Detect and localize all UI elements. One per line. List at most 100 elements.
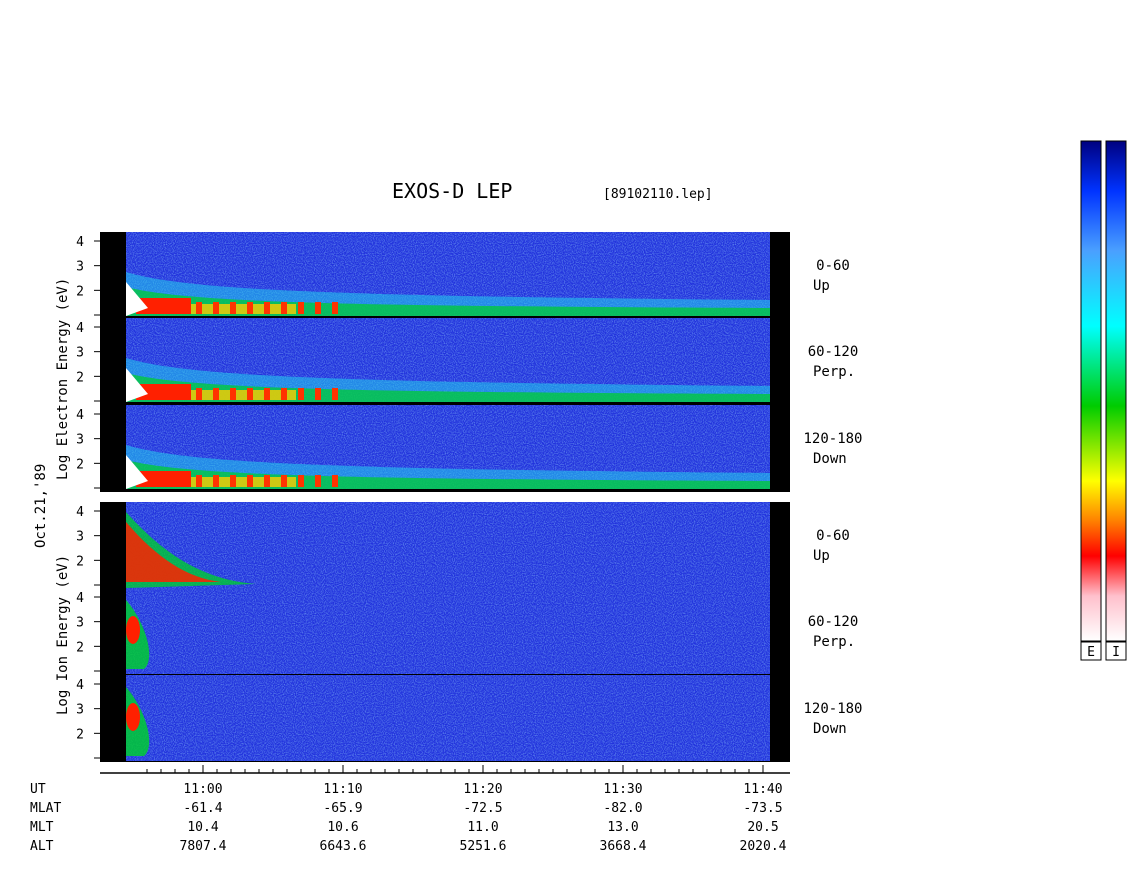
electron-red-blob xyxy=(298,475,304,487)
electron-red-blob xyxy=(332,475,338,487)
electron-red-blob xyxy=(332,388,338,400)
group-gap xyxy=(100,492,790,501)
electron-red-blob xyxy=(264,475,270,487)
y-tick-label: 3 xyxy=(76,260,84,275)
y-tick-label: 4 xyxy=(76,235,84,250)
panel-direction-label: Perp. xyxy=(813,364,855,380)
colorbar-label: I xyxy=(1112,645,1120,660)
footer-value: 10.6 xyxy=(327,820,358,835)
footer-value: -72.5 xyxy=(463,801,502,816)
colorbar-i xyxy=(1106,141,1126,641)
date-label: Oct.21,'89 xyxy=(33,464,49,548)
panel-noise xyxy=(126,675,770,761)
y-tick-label: 3 xyxy=(76,703,84,718)
y-tick-label: 4 xyxy=(76,505,84,520)
electron-red-blob xyxy=(315,302,321,314)
panel-separator xyxy=(126,402,770,404)
electron-red-blob xyxy=(281,475,287,487)
panel-angle-label: 60-120 xyxy=(808,344,859,360)
panel-angle-label: 0-60 xyxy=(816,528,850,544)
colorbar-e xyxy=(1081,141,1101,641)
y-tick-label: 3 xyxy=(76,530,84,545)
footer-value: 11:10 xyxy=(323,782,362,797)
y-tick-label: 4 xyxy=(76,678,84,693)
footer-row-label: UT xyxy=(30,782,46,797)
panel-ion-down xyxy=(100,675,790,762)
y-tick-label: 2 xyxy=(76,554,84,569)
footer-row-label: ALT xyxy=(30,839,54,854)
y-tick-label: 2 xyxy=(76,727,84,742)
ephemeris-table: UT 11:00 11:10 11:20 11:30 11:40 MLAT -61.4 -65.… xyxy=(30,782,787,854)
footer-value: -82.0 xyxy=(603,801,642,816)
panel-angle-label: 120-180 xyxy=(803,431,862,447)
electron-red-blob xyxy=(315,475,321,487)
electron-red-blob xyxy=(264,302,270,314)
electron-red-blob xyxy=(196,302,202,314)
footer-value: 13.0 xyxy=(607,820,638,835)
panel-separator xyxy=(126,489,770,491)
lep-spectrogram-figure: EXOS-D LEP [89102110.lep] 2 3 4 0-60 Up 2 3 4 60… xyxy=(30,140,1127,854)
colorbar-label: E xyxy=(1087,645,1095,660)
y-tick-label: 2 xyxy=(76,640,84,655)
electron-red-blob xyxy=(230,475,236,487)
panel-angle-label: 0-60 xyxy=(816,258,850,274)
electron-red-blob xyxy=(213,388,219,400)
footer-value: 10.4 xyxy=(187,820,218,835)
file-label: [89102110.lep] xyxy=(603,187,713,202)
ion-red-blob xyxy=(126,616,140,644)
y-tick-label: 4 xyxy=(76,408,84,423)
footer-value: 11.0 xyxy=(467,820,498,835)
electron-red-blob xyxy=(247,302,253,314)
panel-separator xyxy=(126,316,770,318)
electron-red-blob xyxy=(332,302,338,314)
electron-ylabel: Log Electron Energy (eV) xyxy=(55,278,71,480)
electron-red-blob xyxy=(298,302,304,314)
y-tick-label: 3 xyxy=(76,433,84,448)
electron-red-blob xyxy=(213,302,219,314)
electron-red-blob xyxy=(213,475,219,487)
footer-value: -61.4 xyxy=(183,801,222,816)
panel-direction-label: Up xyxy=(813,278,830,294)
y-tick-label: 2 xyxy=(76,284,84,299)
footer-value: 20.5 xyxy=(747,820,778,835)
panel-direction-label: Down xyxy=(813,721,847,737)
electron-red-blob xyxy=(196,388,202,400)
electron-red-blob xyxy=(281,388,287,400)
panel-direction-label: Up xyxy=(813,548,830,564)
electron-red-blob xyxy=(281,302,287,314)
footer-value: -65.9 xyxy=(323,801,362,816)
footer-value: 5251.6 xyxy=(460,839,507,854)
panel-angle-label: 60-120 xyxy=(808,614,859,630)
electron-red-blob xyxy=(315,388,321,400)
electron-red-blob xyxy=(230,302,236,314)
electron-red-blob xyxy=(230,388,236,400)
panel-ion-perp xyxy=(100,588,790,675)
footer-value: 11:20 xyxy=(463,782,502,797)
panel-electron-up xyxy=(100,232,790,319)
footer-value: 7807.4 xyxy=(180,839,227,854)
y-tick-label: 2 xyxy=(76,370,84,385)
footer-value: 2020.4 xyxy=(740,839,787,854)
electron-red-blob xyxy=(196,475,202,487)
panel-electron-perp xyxy=(100,318,790,405)
y-tick-label: 3 xyxy=(76,346,84,361)
y-tick-label: 2 xyxy=(76,457,84,472)
panel-direction-label: Down xyxy=(813,451,847,467)
footer-value: 11:00 xyxy=(183,782,222,797)
panel-electron-down xyxy=(100,405,790,492)
footer-row-label: MLT xyxy=(30,820,54,835)
panel-angle-label: 120-180 xyxy=(803,701,862,717)
footer-row-label: MLAT xyxy=(30,801,61,816)
ion-ylabel: Log Ion Energy (eV) xyxy=(55,555,71,715)
footer-value: 6643.6 xyxy=(320,839,367,854)
ion-red-blob xyxy=(126,703,140,731)
panel-direction-label: Perp. xyxy=(813,634,855,650)
footer-value: 11:40 xyxy=(743,782,782,797)
electron-red-blob xyxy=(247,475,253,487)
footer-value: 11:30 xyxy=(603,782,642,797)
y-tick-label: 3 xyxy=(76,616,84,631)
footer-value: 3668.4 xyxy=(600,839,647,854)
y-tick-label: 4 xyxy=(76,321,84,336)
electron-red-blob xyxy=(247,388,253,400)
footer-value: -73.5 xyxy=(743,801,782,816)
